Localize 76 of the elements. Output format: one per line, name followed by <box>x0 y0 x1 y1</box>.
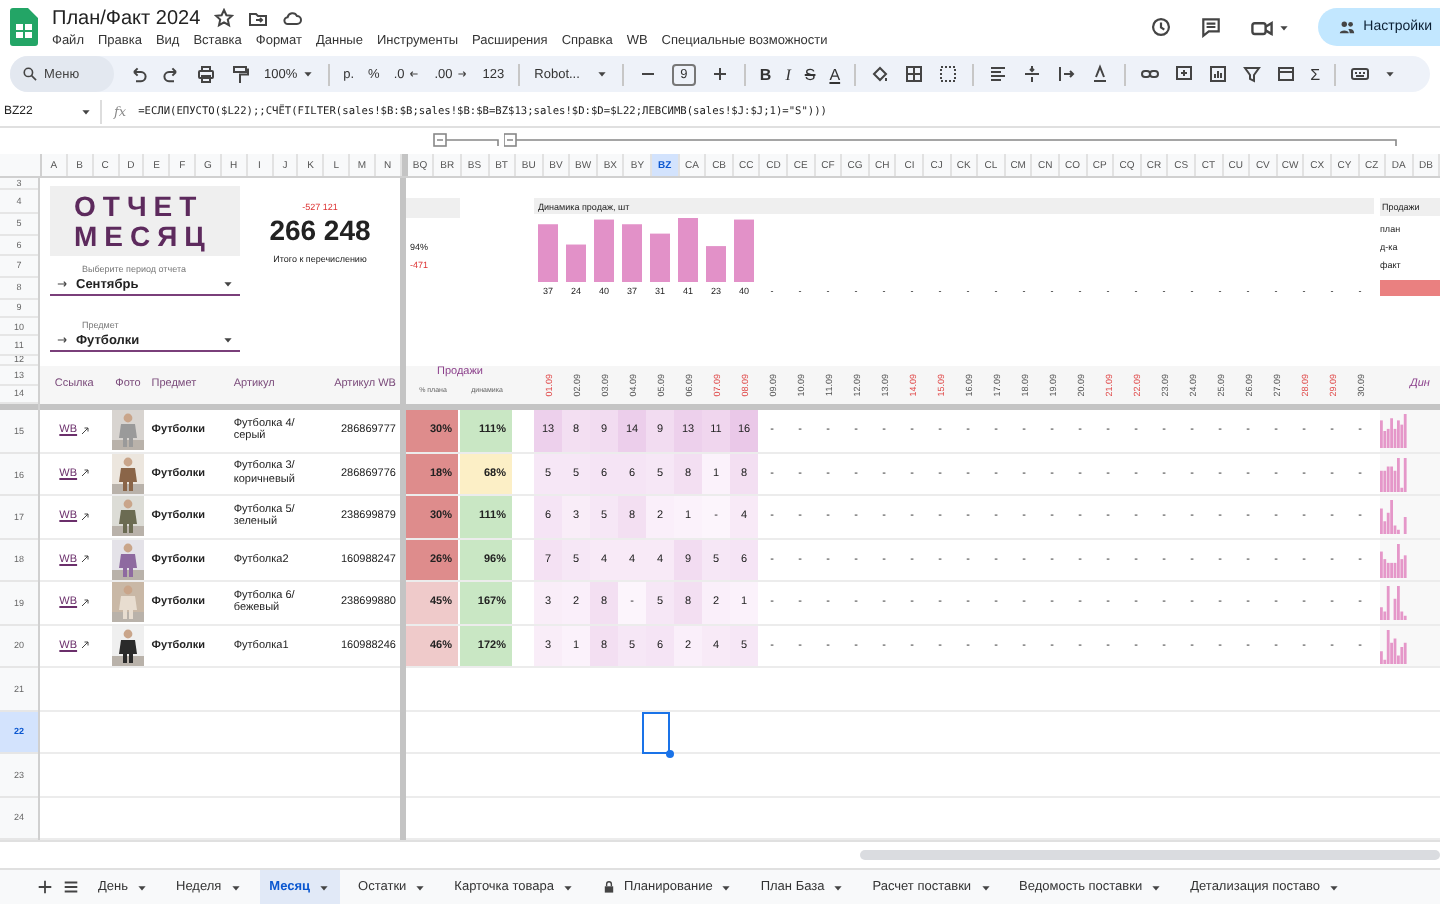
bold-button[interactable]: B <box>759 65 772 83</box>
report-title: ОТЧЕТ <box>74 191 206 221</box>
left-arrow-icon <box>408 68 421 80</box>
sparkline <box>1380 498 1408 535</box>
document-title[interactable]: План/Факт 2024 <box>52 7 201 29</box>
menu-icon[interactable] <box>62 878 80 896</box>
legend-bar <box>1380 280 1440 296</box>
caret-icon <box>832 881 845 893</box>
caret-icon <box>222 334 234 346</box>
align-left-icon[interactable] <box>988 64 1009 84</box>
comment-icon[interactable] <box>1199 16 1222 38</box>
vertical-align-icon[interactable] <box>1022 64 1043 84</box>
caret-icon[interactable] <box>1277 21 1290 33</box>
italic-button[interactable]: I <box>785 65 791 83</box>
history-icon[interactable] <box>1149 16 1172 38</box>
link-icon[interactable] <box>1140 64 1161 84</box>
filter-icon[interactable] <box>1242 64 1263 84</box>
redo-icon[interactable] <box>162 64 182 84</box>
total-amount: 266 248 <box>269 214 371 246</box>
right-arrow-icon <box>56 334 68 346</box>
caret-icon <box>301 68 314 80</box>
borders-icon[interactable] <box>904 64 925 84</box>
video-camera-icon[interactable] <box>1249 15 1274 39</box>
sparkline <box>1380 455 1408 492</box>
report-title: МЕСЯЦ <box>74 221 214 251</box>
sheets-logo[interactable] <box>10 8 38 46</box>
text-wrap-icon[interactable] <box>1056 64 1077 84</box>
scrollbar[interactable] <box>860 850 1440 860</box>
external-link-icon <box>79 597 90 608</box>
caret-icon <box>720 881 733 893</box>
selected-cell[interactable] <box>642 711 670 754</box>
caret-icon <box>229 881 242 893</box>
input-tools-icon[interactable] <box>1350 64 1371 84</box>
external-link-icon <box>79 511 90 522</box>
folder-move-icon[interactable] <box>248 8 269 28</box>
external-link-icon <box>79 640 90 651</box>
right-arrow-icon <box>456 68 469 80</box>
undo-icon[interactable] <box>128 64 148 84</box>
sparkline <box>1380 412 1408 449</box>
add-comment-icon[interactable] <box>1174 64 1195 84</box>
caret-icon[interactable] <box>1384 68 1397 80</box>
strikethrough-button[interactable]: S <box>804 65 816 83</box>
lock-icon <box>601 880 616 894</box>
caret-icon <box>318 881 331 893</box>
filter-views-icon[interactable] <box>1276 64 1297 84</box>
caret-icon <box>561 881 574 893</box>
external-link-icon <box>79 468 90 479</box>
summary-header <box>406 198 460 218</box>
paint-format-icon[interactable] <box>230 64 250 84</box>
search-icon <box>22 66 38 82</box>
add-sheet-icon[interactable] <box>36 878 54 896</box>
chart-icon[interactable] <box>1208 64 1229 84</box>
caret-icon <box>414 881 427 893</box>
caret-icon <box>979 881 992 893</box>
right-arrow-icon <box>56 278 68 290</box>
print-icon[interactable] <box>196 64 216 84</box>
caret-icon <box>1328 881 1341 893</box>
caret-icon <box>222 278 234 290</box>
external-link-icon <box>79 425 90 436</box>
people-icon <box>1337 18 1356 36</box>
sparkline <box>1380 627 1408 664</box>
fill-color-icon[interactable] <box>870 64 891 84</box>
sparkline <box>1380 584 1408 621</box>
caret-icon <box>1150 881 1163 893</box>
text-rotation-icon[interactable] <box>1090 64 1111 84</box>
caret-icon <box>595 68 608 80</box>
caret-icon[interactable] <box>80 105 92 117</box>
sparkline <box>1380 541 1408 578</box>
caret-icon <box>136 881 148 893</box>
plus-icon[interactable] <box>709 64 730 84</box>
external-link-icon <box>79 554 90 565</box>
star-icon[interactable] <box>214 8 235 28</box>
sum-button[interactable]: Σ <box>1310 65 1321 83</box>
cloud-icon[interactable] <box>282 8 303 28</box>
text-color-button[interactable]: A <box>829 65 841 83</box>
merge-cells-icon[interactable] <box>938 64 959 84</box>
